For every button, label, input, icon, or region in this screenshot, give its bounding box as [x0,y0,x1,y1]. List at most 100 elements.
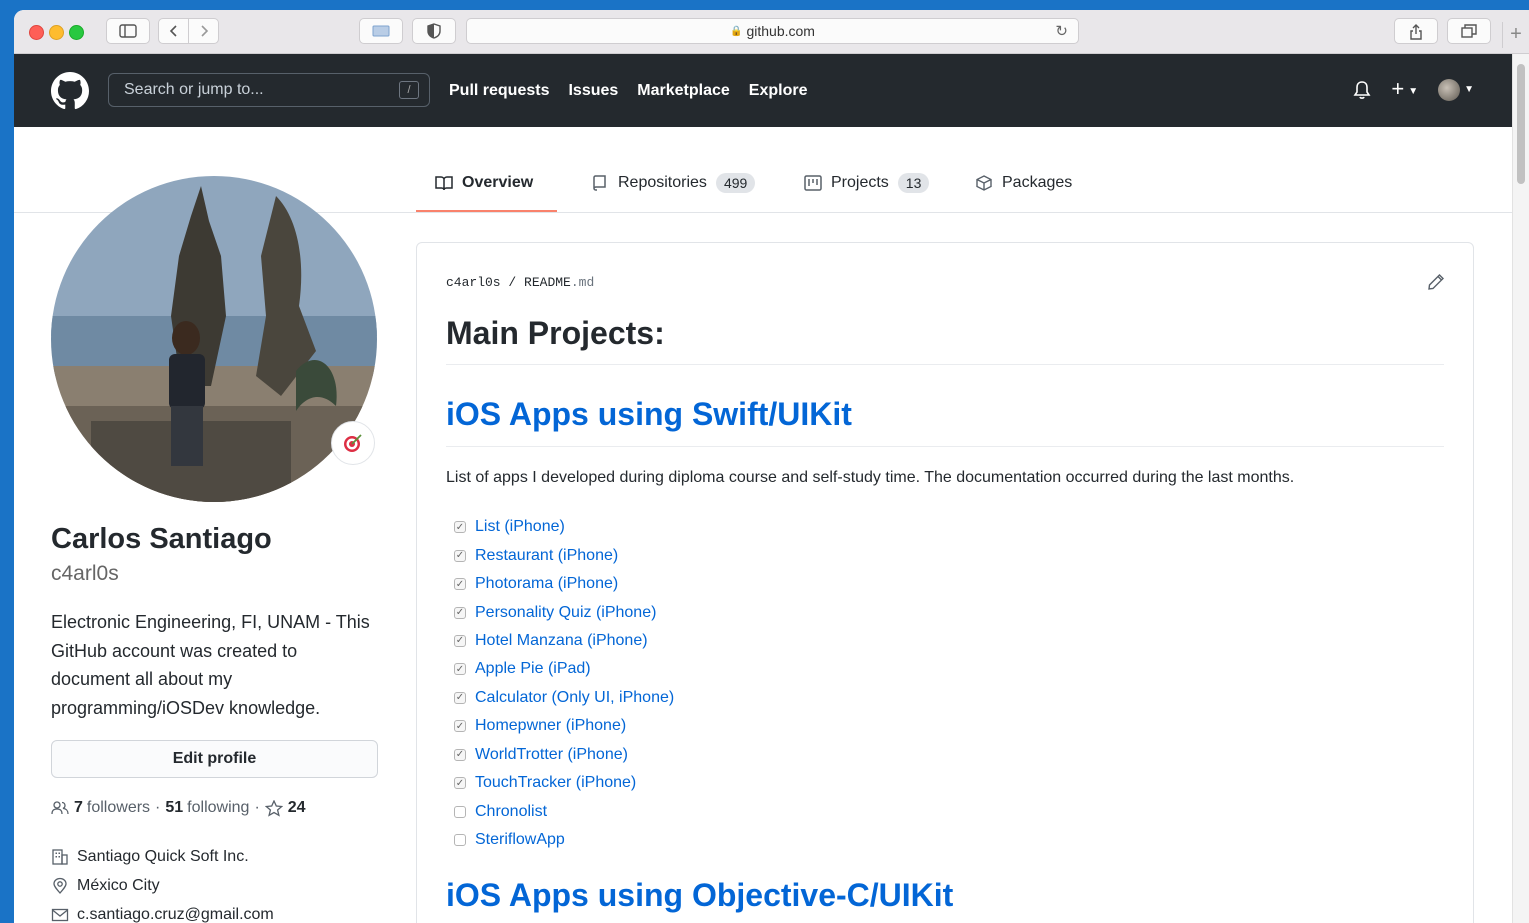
github-logo-icon[interactable] [51,72,89,110]
task-link[interactable]: Personality Quiz (iPhone) [475,604,656,622]
checkbox-checked[interactable]: ✓ [454,549,466,562]
tab-repositories[interactable]: Repositories 499 [591,170,756,196]
mail-icon [51,908,69,922]
search-placeholder: Search or jump to... [124,81,264,98]
section-heading-swift[interactable]: iOS Apps using Swift/UIKit [446,396,852,433]
tab-preview-button[interactable] [359,18,403,44]
tabs-icon [1461,24,1477,38]
page-scrollbar[interactable] [1512,54,1529,923]
share-button[interactable] [1394,18,1438,44]
list-item: ✓ Apple Pie (iPad) [454,655,674,683]
task-link[interactable]: Apple Pie (iPad) [475,660,591,678]
header-nav: Pull requests Issues Marketplace Explore [449,54,826,127]
avatar-small [1438,78,1461,101]
following-count: 51 [165,799,184,816]
tab-projects[interactable]: Projects 13 [804,170,930,196]
chevron-left-icon [169,25,177,37]
pencil-icon[interactable] [1427,273,1445,291]
task-link[interactable]: SteriflowApp [475,831,565,849]
followers-label: followers [86,799,151,816]
address-text: github.com [746,23,815,39]
list-item: ✓ WorldTrotter (iPhone) [454,741,674,769]
sidebar-toggle-button[interactable] [106,18,150,44]
scrollbar-thumb[interactable] [1517,64,1525,184]
profile-email[interactable]: c.santiago.cruz@gmail.com [51,906,274,923]
search-shortcut-hint: / [399,81,419,99]
task-link[interactable]: Calculator (Only UI, iPhone) [475,689,674,707]
privacy-shield-button[interactable] [412,18,456,44]
checkbox-checked[interactable]: ✓ [454,777,466,790]
new-tab-button[interactable]: + [1502,22,1529,48]
status-emoji-button[interactable] [331,421,375,465]
task-link[interactable]: List (iPhone) [475,518,565,536]
reload-icon[interactable]: ↻ [1055,22,1068,40]
checkbox-checked[interactable]: ✓ [454,748,466,761]
list-item: ✓ TouchTracker (iPhone) [454,769,674,797]
task-link[interactable]: TouchTracker (iPhone) [475,774,636,792]
section-heading-objc[interactable]: iOS Apps using Objective-C/UIKit [446,877,953,914]
task-link[interactable]: Photorama (iPhone) [475,575,618,593]
task-link[interactable]: Restaurant (iPhone) [475,547,618,565]
task-link[interactable]: Chronolist [475,803,547,821]
chevron-right-icon [200,25,208,37]
task-link[interactable]: WorldTrotter (iPhone) [475,746,628,764]
lock-icon: 🔒 [730,25,743,37]
list-item: ✓ Personality Quiz (iPhone) [454,598,674,626]
task-link[interactable]: Homepwner (iPhone) [475,717,626,735]
profile-username: c4arl0s [51,562,119,585]
checkbox-checked[interactable]: ✓ [454,606,466,619]
checkbox-unchecked[interactable] [454,805,466,818]
heading-divider [446,364,1444,365]
bell-icon[interactable] [1353,80,1371,100]
projects-count-badge: 13 [897,173,930,193]
star-icon [264,799,283,817]
book-icon [435,176,453,191]
list-item: ✓ List (iPhone) [454,513,674,541]
nav-pull-requests[interactable]: Pull requests [449,82,549,100]
search-input[interactable]: Search or jump to... / [108,73,430,107]
forward-button[interactable] [188,18,219,44]
stars-link[interactable]: 24 [264,799,310,817]
tabs-overview-button[interactable] [1447,18,1491,44]
follow-stats: 7 followers · 51 following · 24 [51,799,310,817]
task-link[interactable]: Hotel Manzana (iPhone) [475,632,648,650]
checkbox-checked[interactable]: ✓ [454,634,466,647]
create-new-dropdown[interactable]: + ▼ [1391,78,1418,101]
minimize-window-button[interactable] [49,25,64,40]
checkbox-checked[interactable]: ✓ [454,521,466,534]
checkbox-checked[interactable]: ✓ [454,720,466,733]
readme-description: List of apps I developed during diploma … [446,469,1295,486]
following-link[interactable]: 51 following [165,799,249,817]
stars-count: 24 [287,799,306,816]
readme-card: c4arl0s / README.md Main Projects: iOS A… [416,242,1474,923]
followers-count: 7 [74,799,83,816]
project-icon [804,175,822,191]
edit-profile-button[interactable]: Edit profile [51,740,378,778]
active-tab-indicator [416,210,557,212]
nav-marketplace[interactable]: Marketplace [637,82,730,100]
readme-owner-link[interactable]: c4arl0s [446,275,501,290]
checkbox-checked[interactable]: ✓ [454,691,466,704]
address-bar[interactable]: 🔒 github.com ↻ [466,18,1079,44]
tab-overview[interactable]: Overview [435,170,533,196]
task-list: ✓ List (iPhone) ✓ Restaurant (iPhone) ✓ Pho… [454,513,674,854]
plus-icon: + [1391,76,1405,101]
user-menu-dropdown[interactable]: ▼ [1438,78,1474,101]
list-item: ✓ Calculator (Only UI, iPhone) [454,684,674,712]
nav-explore[interactable]: Explore [749,82,808,100]
checkbox-unchecked[interactable] [454,834,466,847]
checkbox-checked[interactable]: ✓ [454,663,466,676]
followers-link[interactable]: 7 followers [74,799,150,817]
back-button[interactable] [158,18,189,44]
tab-projects-label: Projects [831,174,889,191]
people-icon [51,801,69,815]
checkbox-checked[interactable]: ✓ [454,578,466,591]
list-item: Chronolist [454,797,674,825]
close-window-button[interactable] [29,25,44,40]
nav-issues[interactable]: Issues [568,82,618,100]
package-icon [976,175,992,191]
zoom-window-button[interactable] [69,25,84,40]
target-icon [344,434,362,452]
profile-avatar[interactable] [51,176,377,502]
tab-packages[interactable]: Packages [975,170,1072,196]
